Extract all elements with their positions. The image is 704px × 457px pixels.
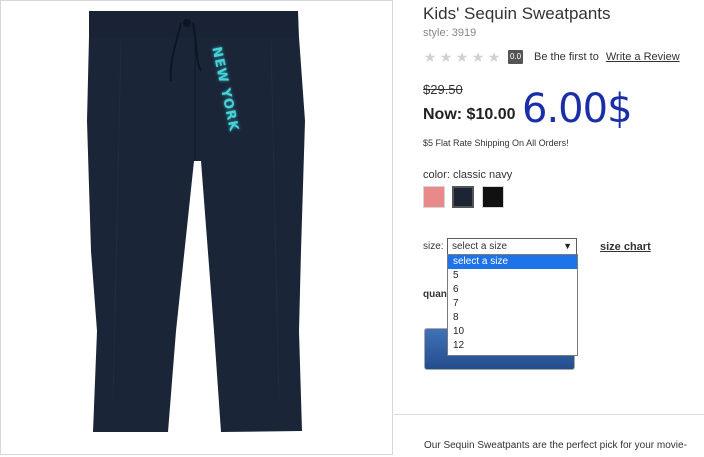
write-review-link[interactable]: Write a Review bbox=[606, 51, 680, 63]
shipping-note: $5 Flat Rate Shipping On All Orders! bbox=[423, 138, 569, 148]
star-icon[interactable]: ★ bbox=[471, 50, 485, 64]
product-title: Kids' Sequin Sweatpants bbox=[423, 4, 611, 23]
size-select[interactable]: select a size ▼ bbox=[447, 238, 577, 255]
handwritten-price-annotation: 6.00$ bbox=[522, 86, 633, 132]
sweatpants-image bbox=[87, 11, 305, 432]
product-description: Our Sequin Sweatpants are the perfect pi… bbox=[424, 440, 687, 451]
quantity-label: quan bbox=[423, 289, 447, 300]
rating-score-badge: 0.0 bbox=[508, 50, 523, 64]
product-image[interactable]: NEW YORK bbox=[0, 0, 393, 455]
size-select-value: select a size bbox=[452, 241, 508, 252]
size-option[interactable]: 8 bbox=[448, 311, 577, 325]
size-chart-link[interactable]: size chart bbox=[600, 241, 651, 253]
size-option[interactable]: 5 bbox=[448, 269, 577, 283]
star-icon[interactable]: ★ bbox=[439, 50, 453, 64]
sale-price: Now: $10.00 bbox=[423, 106, 516, 123]
review-prompt-text: Be the first to bbox=[534, 51, 599, 63]
color-label: color: classic navy bbox=[423, 169, 513, 181]
style-number: style: 3919 bbox=[423, 27, 477, 39]
size-label: size: bbox=[423, 241, 444, 252]
size-option[interactable]: 10 bbox=[448, 325, 577, 339]
star-icon[interactable]: ★ bbox=[423, 50, 437, 64]
size-option[interactable]: 12 bbox=[448, 339, 577, 353]
review-prompt: Be the first to Write a Review bbox=[534, 51, 680, 63]
star-rating[interactable]: ★ ★ ★ ★ ★ bbox=[423, 50, 501, 66]
color-swatch-pink[interactable] bbox=[423, 186, 445, 208]
star-icon[interactable]: ★ bbox=[487, 50, 501, 64]
star-icon[interactable]: ★ bbox=[455, 50, 469, 64]
size-dropdown-list[interactable]: select a size 5 6 7 8 10 12 bbox=[447, 254, 578, 356]
color-swatch-black[interactable] bbox=[482, 186, 504, 208]
size-option[interactable]: 7 bbox=[448, 297, 577, 311]
chevron-down-icon: ▼ bbox=[563, 241, 572, 251]
size-option[interactable]: select a size bbox=[448, 255, 577, 269]
divider bbox=[394, 414, 704, 415]
color-swatch-navy[interactable] bbox=[452, 186, 474, 208]
original-price: $29.50 bbox=[423, 82, 463, 97]
size-option[interactable]: 6 bbox=[448, 283, 577, 297]
